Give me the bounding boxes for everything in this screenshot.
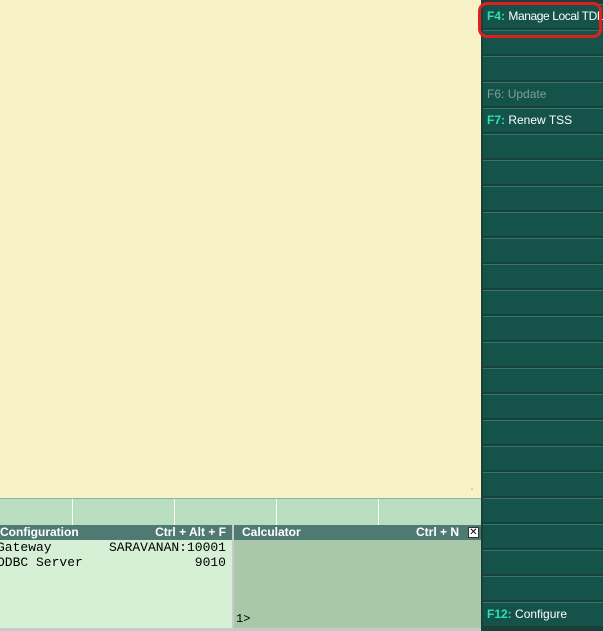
odbc-server-value: 9010 bbox=[194, 555, 226, 570]
button-bar: F4: Manage Local TDL F6: Update F7: Rene… bbox=[481, 0, 603, 631]
main-area-marker bbox=[471, 488, 473, 490]
calculator-panel-header: Calculator Ctrl + N ✕ bbox=[234, 525, 481, 540]
configuration-shortcut: Ctrl + Alt + F bbox=[155, 525, 226, 539]
f4-key-label: F4: bbox=[487, 9, 505, 23]
config-row-gateway[interactable]: Gateway SARAVANAN:10001 bbox=[0, 540, 232, 555]
empty-button-slot[interactable] bbox=[483, 238, 603, 262]
configuration-panel-title: Configuration bbox=[0, 525, 79, 539]
empty-button-slot[interactable] bbox=[483, 394, 603, 418]
empty-button-slot[interactable] bbox=[483, 472, 603, 496]
empty-button-slot[interactable] bbox=[483, 576, 603, 600]
bottom-hotkey-strip bbox=[0, 498, 481, 526]
hotkey-strip-slot-3[interactable] bbox=[175, 499, 277, 526]
empty-button-slot[interactable] bbox=[483, 342, 603, 366]
empty-button-slot[interactable] bbox=[483, 290, 603, 314]
empty-button-slot[interactable] bbox=[483, 134, 603, 158]
hotkey-strip-slot-5[interactable] bbox=[379, 499, 481, 526]
gateway-label: Gateway bbox=[0, 540, 52, 555]
odbc-server-label: ODBC Server bbox=[0, 555, 83, 570]
update-button[interactable]: F6: Update bbox=[483, 82, 603, 106]
empty-button-slot[interactable] bbox=[483, 368, 603, 392]
empty-button-slot[interactable] bbox=[483, 186, 603, 210]
f12-key-label: F12: bbox=[487, 607, 512, 621]
empty-button-slot[interactable] bbox=[483, 524, 603, 548]
configuration-panel-header: Configuration Ctrl + Alt + F bbox=[0, 525, 232, 540]
empty-button-slot[interactable] bbox=[483, 264, 603, 288]
empty-button-slot[interactable] bbox=[483, 56, 603, 80]
gateway-value: SARAVANAN:10001 bbox=[108, 540, 226, 555]
empty-button-slot[interactable] bbox=[483, 550, 603, 574]
update-label: Update bbox=[507, 87, 547, 101]
config-row-odbc-server[interactable]: ODBC Server 9010 bbox=[0, 555, 232, 570]
f6-key-label: F6: bbox=[487, 87, 505, 101]
main-work-area bbox=[0, 0, 481, 498]
configure-button[interactable]: F12: Configure bbox=[483, 602, 603, 626]
empty-button-slot[interactable] bbox=[483, 420, 603, 444]
empty-button-slot[interactable] bbox=[483, 446, 603, 470]
hotkey-strip-slot-4[interactable] bbox=[277, 499, 379, 526]
configure-label: Configure bbox=[515, 607, 568, 621]
renew-tss-label: Renew TSS bbox=[508, 113, 573, 127]
empty-button-slot[interactable] bbox=[483, 498, 603, 522]
empty-button-slot[interactable] bbox=[483, 160, 603, 184]
hotkey-strip-slot-2[interactable] bbox=[73, 499, 175, 526]
close-icon[interactable]: ✕ bbox=[468, 527, 479, 538]
empty-button-slot[interactable] bbox=[483, 212, 603, 236]
calculator-panel[interactable]: Calculator Ctrl + N ✕ 1> bbox=[234, 525, 481, 628]
calculator-panel-title: Calculator bbox=[242, 525, 301, 539]
calculator-prompt[interactable]: 1> bbox=[236, 612, 250, 626]
configuration-panel: Configuration Ctrl + Alt + F Gateway SAR… bbox=[0, 525, 234, 628]
renew-tss-button[interactable]: F7: Renew TSS bbox=[483, 108, 603, 132]
calculator-shortcut: Ctrl + N bbox=[415, 525, 459, 539]
manage-local-tdl-button[interactable]: F4: Manage Local TDL bbox=[483, 4, 603, 28]
empty-button-slot[interactable] bbox=[483, 316, 603, 340]
f7-key-label: F7: bbox=[487, 113, 505, 127]
manage-local-tdl-label: Manage Local TDL bbox=[508, 9, 603, 23]
empty-button-slot[interactable] bbox=[483, 30, 603, 54]
hotkey-strip-slot-1[interactable] bbox=[0, 499, 73, 526]
